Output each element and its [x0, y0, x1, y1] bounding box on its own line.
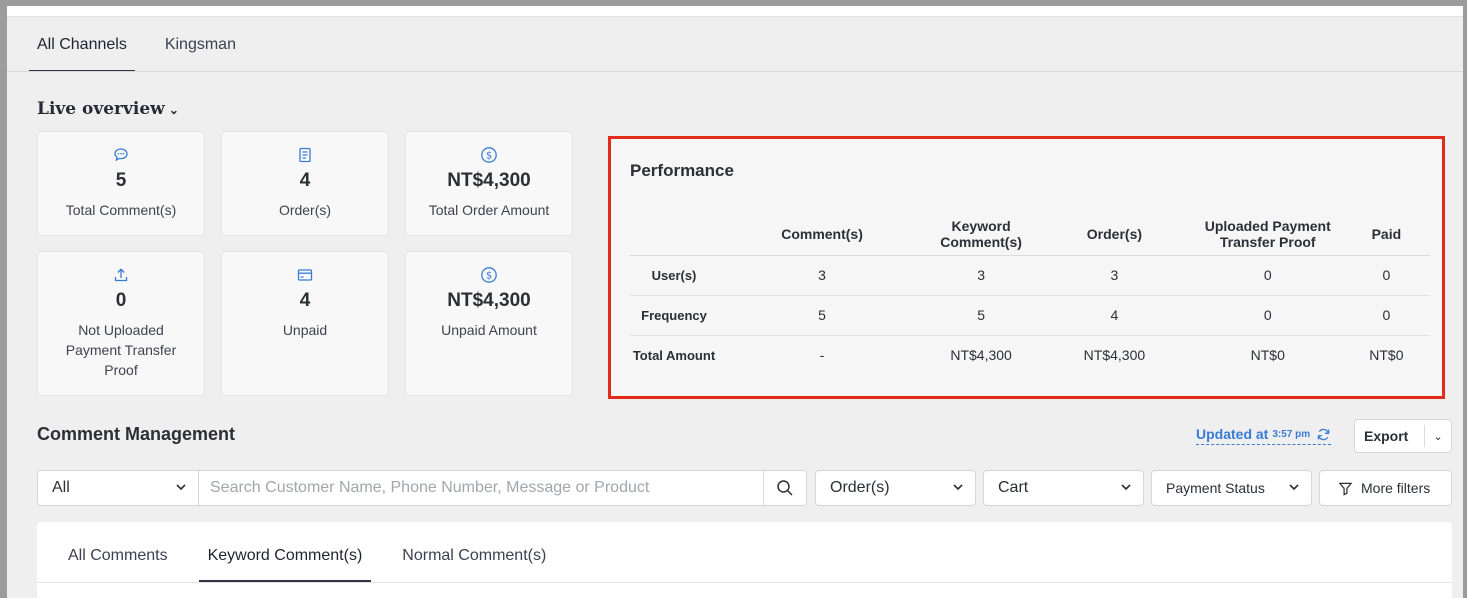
payment-status-select[interactable]: Payment Status	[1151, 470, 1312, 506]
column-header: Uploaded Payment Transfer Proof	[1192, 213, 1343, 256]
table-cell: 4	[1036, 295, 1193, 336]
chevron-down-icon[interactable]: ⌄	[1425, 430, 1451, 443]
export-label: Export	[1364, 428, 1409, 444]
stat-label: Order(s)	[278, 202, 332, 218]
live-overview-title: Live overview	[37, 99, 165, 119]
table-cell: NT$0	[1369, 347, 1404, 364]
channel-tabs: All Channels Kingsman	[29, 30, 266, 72]
performance-table: Comment(s) Keyword Comment(s) Order(s) U…	[630, 213, 1430, 375]
chevron-down-icon	[176, 484, 186, 491]
tabs-divider	[7, 71, 1463, 72]
orders-filter-value: Order(s)	[830, 479, 890, 496]
stat-value: NT$4,300	[447, 290, 531, 311]
table-cell: 3	[718, 255, 927, 296]
svg-text:$: $	[486, 151, 492, 162]
updated-label: Updated at	[1196, 426, 1269, 442]
search-button[interactable]	[763, 470, 807, 506]
order-icon	[299, 147, 311, 163]
table-cell: 5	[926, 295, 1037, 336]
dollar-icon: $	[481, 147, 497, 163]
stat-value: 0	[115, 290, 127, 311]
table-row: User(s) 3 3 3 0 0	[630, 255, 1430, 296]
tab-all-channels[interactable]: All Channels	[29, 30, 135, 72]
search-icon	[777, 480, 793, 496]
stat-value: 4	[299, 170, 311, 191]
updated-at-refresh[interactable]: Updated at 3:57 pm	[1196, 426, 1332, 445]
table-cell: NT$4,300	[1083, 347, 1146, 364]
tab-all-comments[interactable]: All Comments	[59, 536, 177, 582]
more-filters-label: More filters	[1361, 480, 1431, 496]
stat-card-total-comments: 5 Total Comment(s)	[37, 131, 205, 236]
upload-icon	[114, 268, 128, 282]
card-icon	[297, 269, 313, 281]
performance-title: Performance	[630, 161, 734, 180]
column-header: Keyword Comment(s)	[926, 213, 1037, 256]
stat-card-orders: 4 Order(s)	[221, 131, 389, 236]
table-cell: 0	[1192, 255, 1343, 296]
table-cell: 3	[926, 255, 1037, 296]
live-overview-toggle[interactable]: Live overview ⌄	[37, 99, 179, 119]
tab-keyword-comments[interactable]: Keyword Comment(s)	[198, 536, 372, 582]
table-row: Frequency 5 5 4 0 0	[630, 295, 1430, 336]
stat-label: Unpaid Amount	[441, 322, 537, 338]
table-cell: 0	[1342, 295, 1430, 336]
tab-normal-comments[interactable]: Normal Comment(s)	[393, 536, 555, 582]
table-header-row: Comment(s) Keyword Comment(s) Order(s) U…	[630, 213, 1430, 256]
tab-kingsman[interactable]: Kingsman	[157, 30, 244, 72]
chevron-down-icon	[953, 484, 963, 491]
payment-status-value: Payment Status	[1166, 480, 1265, 496]
stat-card-unpaid-amount: $ NT$4,300 Unpaid Amount	[405, 251, 573, 396]
chevron-down-icon	[1121, 484, 1131, 491]
comments-panel: All Comments Keyword Comment(s) Normal C…	[37, 522, 1452, 598]
stat-value: 5	[115, 170, 127, 191]
performance-panel: Performance Comment(s) Keyword Comment(s…	[608, 136, 1445, 399]
chevron-down-icon	[1289, 484, 1299, 491]
table-cell: -	[819, 347, 825, 364]
comment-management-title: Comment Management	[37, 424, 236, 444]
chevron-down-icon: ⌄	[168, 103, 179, 117]
app-frame: All Channels Kingsman Live overview ⌄ 5 T…	[0, 0, 1467, 598]
table-cell: 3	[1036, 255, 1193, 296]
table-row: Total Amount - NT$4,300 NT$4,300 NT$0 NT…	[630, 335, 1430, 375]
stat-label: Total Comment(s)	[65, 202, 177, 218]
stat-value: NT$4,300	[447, 170, 531, 191]
column-header: Comment(s)	[718, 213, 927, 256]
top-bar	[7, 6, 1463, 17]
search-input[interactable]: Search Customer Name, Phone Number, Mess…	[198, 470, 764, 506]
filter-icon	[1338, 482, 1353, 496]
row-label: Frequency	[630, 295, 718, 336]
svg-text:$: $	[486, 271, 492, 282]
more-filters-button[interactable]: More filters	[1319, 470, 1452, 506]
stat-label: Total Order Amount	[428, 202, 550, 218]
stat-card-unpaid: 4 Unpaid	[221, 251, 389, 396]
comment-tabs: All Comments Keyword Comment(s) Normal C…	[59, 536, 577, 582]
cart-filter-select[interactable]: Cart	[983, 470, 1144, 506]
stat-card-not-uploaded-proof: 0 Not Uploaded Payment Transfer Proof	[37, 251, 205, 396]
stat-label: Unpaid	[282, 322, 328, 338]
table-cell: NT$0	[1250, 347, 1285, 364]
stat-card-total-order-amount: $ NT$4,300 Total Order Amount	[405, 131, 573, 236]
updated-time: 3:57 pm	[1272, 428, 1311, 440]
table-cell: 0	[1342, 255, 1430, 296]
stat-label: Not Uploaded Payment Transfer Proof	[65, 322, 177, 378]
dollar-icon: $	[481, 267, 497, 283]
scope-select[interactable]: All	[37, 470, 199, 506]
refresh-icon[interactable]	[1316, 427, 1331, 442]
column-header-empty	[630, 213, 718, 256]
column-header: Paid	[1342, 213, 1430, 256]
cart-filter-value: Cart	[998, 479, 1029, 496]
table-cell: NT$4,300	[950, 347, 1012, 364]
orders-filter-select[interactable]: Order(s)	[815, 470, 976, 506]
column-header: Order(s)	[1036, 213, 1193, 256]
export-button[interactable]: Export ⌄	[1354, 419, 1452, 453]
table-cell: 5	[718, 295, 927, 336]
row-label: User(s)	[630, 255, 718, 296]
stat-value: 4	[299, 290, 311, 311]
filter-row: All Search Customer Name, Phone Number, …	[37, 470, 1452, 506]
comment-tabs-divider	[37, 582, 1452, 583]
table-cell: 0	[1192, 295, 1343, 336]
row-label: Total Amount	[632, 347, 716, 363]
comment-icon	[114, 148, 128, 162]
scope-select-value: All	[52, 479, 70, 496]
